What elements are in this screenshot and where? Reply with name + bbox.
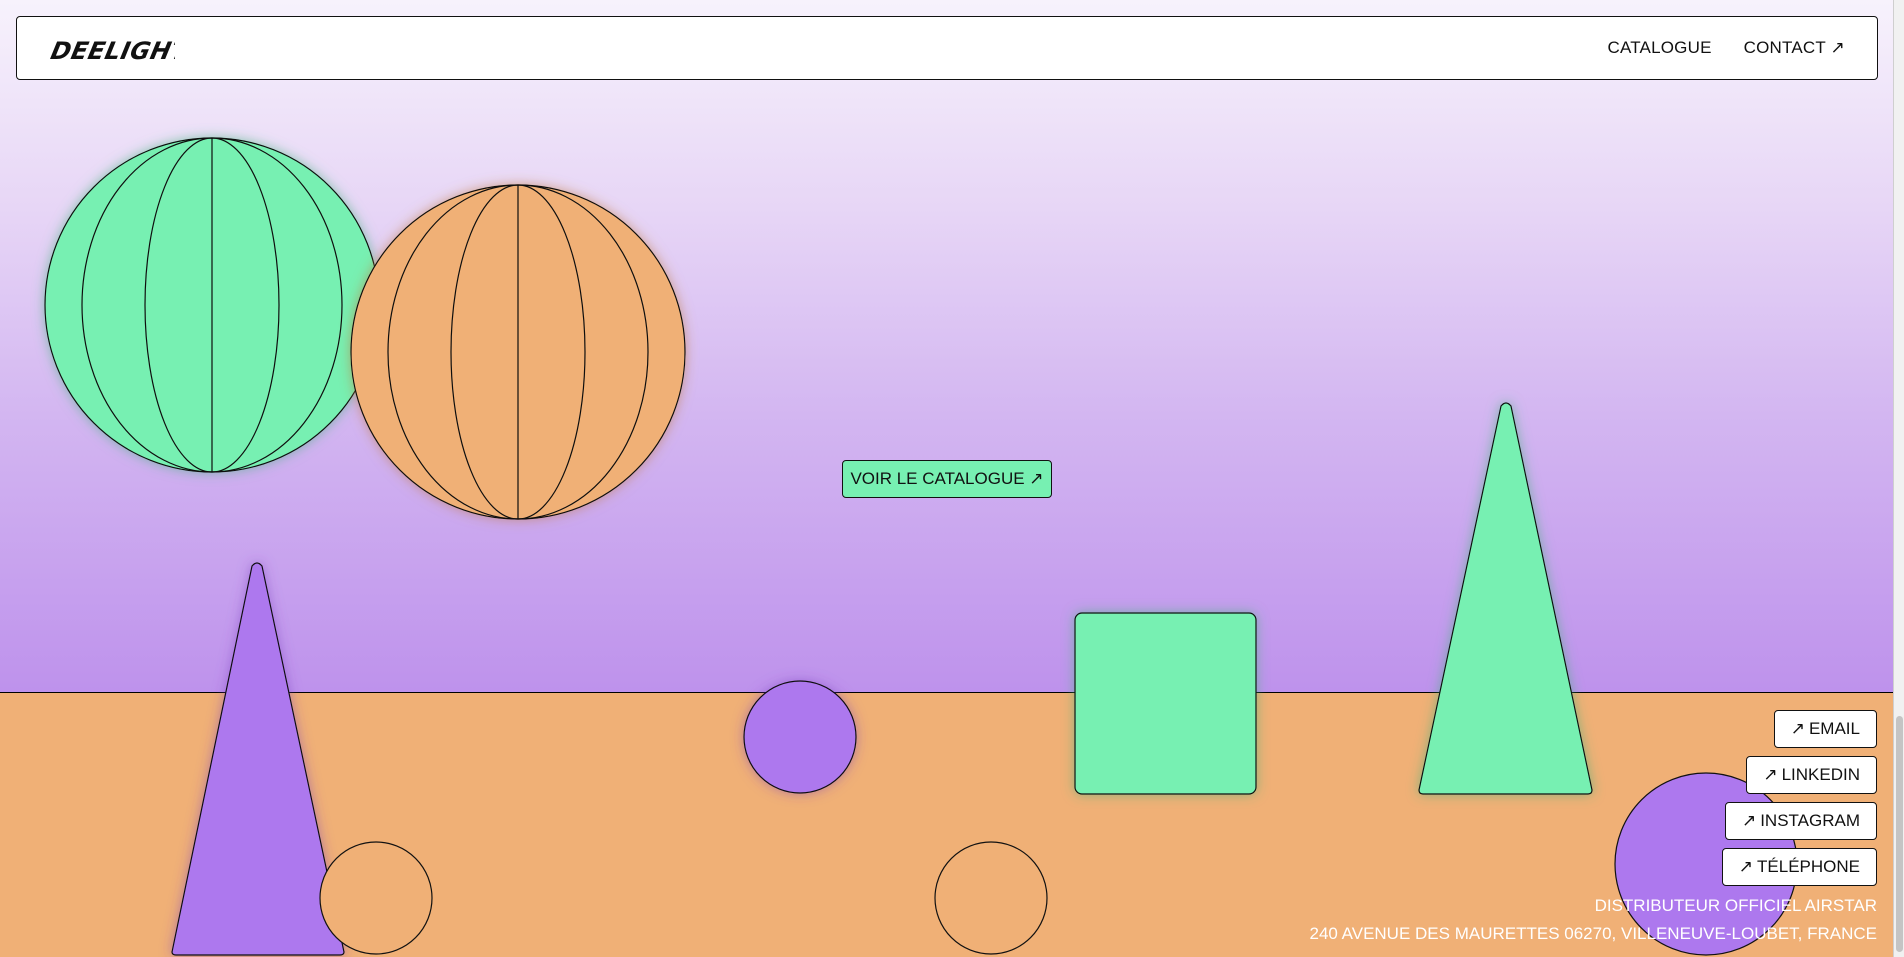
arrow-up-right-icon: ↗	[1741, 811, 1757, 830]
green-cube-shape	[1074, 612, 1257, 795]
orange-circle-shape	[934, 841, 1048, 955]
arrow-up-right-icon: ↗	[1763, 765, 1778, 784]
linkedin-link-button[interactable]: ↗ LINKEDIN	[1746, 756, 1877, 794]
footer-info: DISTRIBUTEUR OFFICIEL AIRSTAR 240 AVENUE…	[1310, 892, 1878, 948]
green-cone-shape	[1418, 402, 1593, 795]
deelight-logo[interactable]: DEELIGHT	[49, 33, 175, 67]
arrow-up-right-icon: ↗	[1790, 719, 1805, 738]
instagram-link-button[interactable]: ↗ INSTAGRAM	[1724, 802, 1877, 840]
address-text: 240 AVENUE DES MAURETTES 06270, VILLENEU…	[1309, 924, 1878, 943]
nav-contact-link[interactable]: CONTACT ↗	[1744, 38, 1845, 58]
green-sphere-shape	[44, 137, 380, 473]
main-nav: CATALOGUE CONTACT ↗	[1607, 17, 1845, 79]
scrollbar-thumb[interactable]	[1896, 716, 1903, 952]
email-link-label: EMAIL	[1808, 719, 1860, 738]
voir-catalogue-button[interactable]: VOIR LE CATALOGUE ↗	[842, 460, 1052, 498]
orange-sphere-shape	[350, 184, 686, 520]
telephone-link-button[interactable]: ↗ TÉLÉPHONE	[1721, 848, 1877, 886]
purple-ball-shape	[743, 680, 857, 794]
purple-cone-shape	[171, 562, 345, 956]
arrow-up-right-icon: ↗	[1738, 857, 1754, 876]
telephone-link-label: TÉLÉPHONE	[1757, 857, 1860, 876]
page-scrollbar[interactable]	[1893, 0, 1904, 957]
svg-text:DEELIGHT: DEELIGHT	[49, 36, 175, 65]
orange-circle-shape	[319, 841, 433, 955]
instagram-link-label: INSTAGRAM	[1760, 811, 1860, 830]
linkedin-link-label: LINKEDIN	[1781, 765, 1860, 784]
contact-links: ↗ EMAIL ↗ LINKEDIN ↗ INSTAGRAM ↗ TÉLÉPHO…	[1721, 710, 1877, 886]
distributor-text: DISTRIBUTEUR OFFICIEL AIRSTAR	[1594, 896, 1877, 915]
email-link-button[interactable]: ↗ EMAIL	[1773, 710, 1877, 748]
site-header: DEELIGHT CATALOGUE CONTACT ↗	[16, 16, 1878, 80]
nav-catalogue-link[interactable]: CATALOGUE	[1607, 38, 1711, 58]
